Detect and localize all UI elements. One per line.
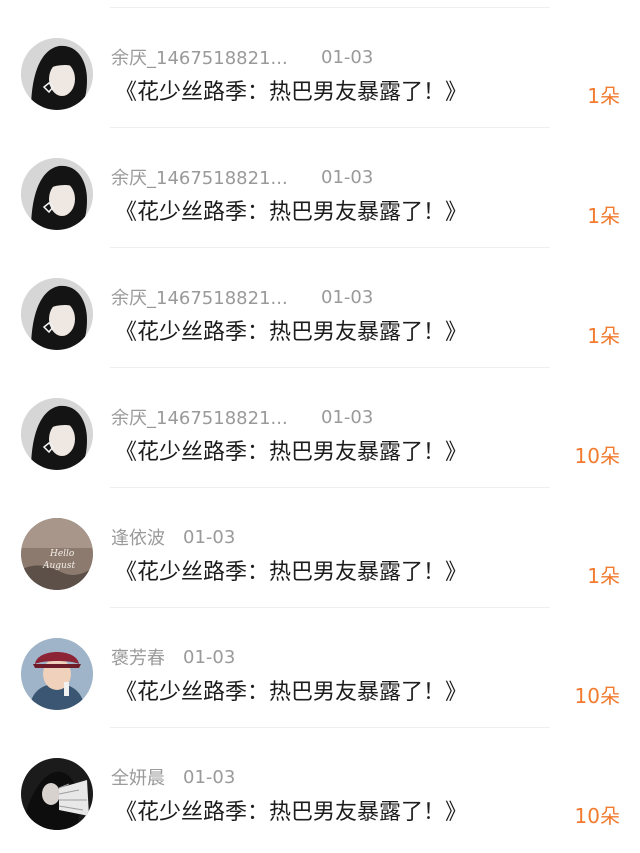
avatar[interactable] bbox=[21, 278, 93, 350]
message: 《花少丝路季：热巴男友暴露了！》 bbox=[115, 440, 468, 465]
date: 01-03 bbox=[183, 646, 236, 668]
gift-list: 余厌_1467518821... 01-03 《花少丝路季：热巴男友暴露了！》 … bbox=[0, 0, 640, 853]
gift-count: 1朵 bbox=[587, 564, 620, 588]
date: 01-03 bbox=[321, 406, 374, 428]
hello-august-avatar-icon: Hello August bbox=[21, 518, 93, 590]
fan-girl-avatar-icon bbox=[21, 758, 93, 830]
list-item[interactable]: 余厌_1467518821... 01-03 《花少丝路季：热巴男友暴露了！》 … bbox=[0, 368, 640, 488]
list-item[interactable]: 余厌_1467518821... 01-03 《花少丝路季：热巴男友暴露了！》 … bbox=[0, 128, 640, 248]
list-item[interactable]: 全妍晨 01-03 《花少丝路季：热巴男友暴露了！》 10朵 bbox=[0, 728, 640, 848]
gift-count: 1朵 bbox=[587, 84, 620, 108]
list-item[interactable]: Hello August 逢依波 01-03 《花少丝路季：热巴男友暴露了！》 … bbox=[0, 488, 640, 608]
dark-hair-girl-avatar-icon bbox=[21, 398, 93, 470]
dark-hair-girl-avatar-icon bbox=[21, 38, 93, 110]
gift-count: 10朵 bbox=[574, 444, 620, 468]
hat-person-avatar-icon bbox=[21, 638, 93, 710]
username[interactable]: 余厌_1467518821... bbox=[111, 44, 309, 70]
date: 01-03 bbox=[321, 286, 374, 308]
username[interactable]: 余厌_1467518821... bbox=[111, 164, 309, 190]
gift-count: 1朵 bbox=[587, 324, 620, 348]
item-meta: 余厌_1467518821... 01-03 bbox=[111, 164, 374, 190]
list-item[interactable]: 余厌_1467518821... 01-03 《花少丝路季：热巴男友暴露了！》 … bbox=[0, 8, 640, 128]
list-item[interactable]: 余厌_1467518821... 01-03 《花少丝路季：热巴男友暴露了！》 … bbox=[0, 248, 640, 368]
username[interactable]: 余厌_1467518821... bbox=[111, 404, 309, 430]
date: 01-03 bbox=[321, 46, 374, 68]
avatar[interactable] bbox=[21, 638, 93, 710]
svg-text:August: August bbox=[42, 561, 75, 571]
avatar[interactable]: Hello August bbox=[21, 518, 93, 590]
gift-count: 10朵 bbox=[574, 804, 620, 828]
gift-count: 1朵 bbox=[587, 204, 620, 228]
date: 01-03 bbox=[183, 526, 236, 548]
username[interactable]: 逢依波 bbox=[111, 524, 165, 550]
svg-text:Hello: Hello bbox=[49, 549, 75, 559]
message: 《花少丝路季：热巴男友暴露了！》 bbox=[115, 80, 468, 105]
item-meta: 余厌_1467518821... 01-03 bbox=[111, 44, 374, 70]
message: 《花少丝路季：热巴男友暴露了！》 bbox=[115, 680, 468, 705]
message: 《花少丝路季：热巴男友暴露了！》 bbox=[115, 560, 468, 585]
message: 《花少丝路季：热巴男友暴露了！》 bbox=[115, 320, 468, 345]
dark-hair-girl-avatar-icon bbox=[21, 278, 93, 350]
list-item[interactable]: 褒芳春 01-03 《花少丝路季：热巴男友暴露了！》 10朵 bbox=[0, 608, 640, 728]
message: 《花少丝路季：热巴男友暴露了！》 bbox=[115, 200, 468, 225]
message: 《花少丝路季：热巴男友暴露了！》 bbox=[115, 800, 468, 825]
username[interactable]: 褒芳春 bbox=[111, 644, 165, 670]
date: 01-03 bbox=[321, 166, 374, 188]
username[interactable]: 全妍晨 bbox=[111, 764, 165, 790]
gift-count: 10朵 bbox=[574, 684, 620, 708]
item-meta: 余厌_1467518821... 01-03 bbox=[111, 284, 374, 310]
avatar[interactable] bbox=[21, 398, 93, 470]
dark-hair-girl-avatar-icon bbox=[21, 158, 93, 230]
avatar[interactable] bbox=[21, 38, 93, 110]
avatar[interactable] bbox=[21, 758, 93, 830]
item-meta: 余厌_1467518821... 01-03 bbox=[111, 404, 374, 430]
item-meta: 逢依波 01-03 bbox=[111, 524, 236, 550]
username[interactable]: 余厌_1467518821... bbox=[111, 284, 309, 310]
date: 01-03 bbox=[183, 766, 236, 788]
item-meta: 全妍晨 01-03 bbox=[111, 764, 236, 790]
avatar[interactable] bbox=[21, 158, 93, 230]
item-meta: 褒芳春 01-03 bbox=[111, 644, 236, 670]
